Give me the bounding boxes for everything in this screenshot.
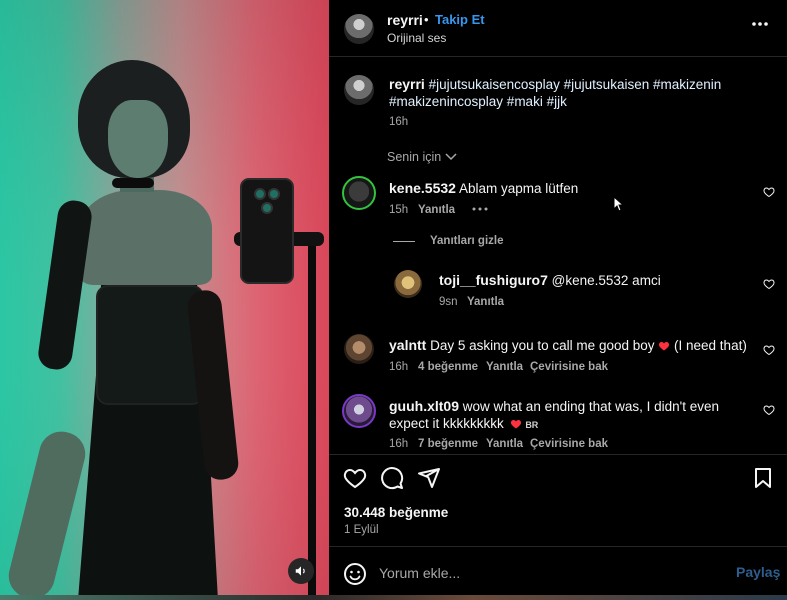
comment-username[interactable]: kene.5532 bbox=[389, 180, 456, 196]
post-comment-button[interactable]: Paylaş bbox=[736, 564, 780, 580]
actions-divider bbox=[329, 454, 787, 455]
hide-replies-button[interactable]: Yanıtları gizle bbox=[430, 235, 504, 247]
phone-camera bbox=[268, 188, 280, 200]
comment-avatar[interactable] bbox=[342, 176, 376, 210]
composer-divider bbox=[329, 546, 787, 547]
reply-username[interactable]: toji__fushiguro7 bbox=[439, 272, 548, 288]
red-heart-emoji-icon bbox=[510, 420, 521, 429]
see-translation-button[interactable]: Çevirisine bak bbox=[530, 438, 608, 450]
chevron-down-icon bbox=[445, 153, 457, 161]
comment-text: Day 5 asking you to call me good boy bbox=[430, 338, 655, 353]
more-horizontal-icon[interactable] bbox=[751, 21, 769, 27]
comment-likes-count[interactable]: 7 beğenme bbox=[418, 438, 478, 450]
reply-button[interactable]: Yanıtla bbox=[486, 438, 523, 450]
phone-prop bbox=[240, 178, 294, 284]
figure-chest bbox=[80, 190, 212, 285]
phone-camera bbox=[261, 202, 273, 214]
caption-username[interactable]: reyrri bbox=[389, 76, 425, 92]
bookmark-icon[interactable] bbox=[751, 466, 775, 490]
speaker-icon bbox=[295, 566, 305, 576]
reply-thread-line bbox=[393, 241, 415, 242]
caption: reyrri #jujutsukaisencosplay #jujutsukai… bbox=[389, 76, 759, 110]
share-icon[interactable] bbox=[417, 466, 441, 490]
post-details-panel: reyrri • Takip Et Orijinal ses reyrri #j… bbox=[329, 0, 787, 600]
caption-time: 16h bbox=[389, 116, 409, 128]
reply-body: toji__fushiguro7 @kene.5532 amci bbox=[439, 272, 661, 289]
comment-input[interactable] bbox=[379, 562, 679, 584]
post-media[interactable] bbox=[0, 0, 329, 600]
reply-button[interactable]: Yanıtla bbox=[467, 296, 504, 308]
emoji-icon[interactable] bbox=[343, 562, 367, 586]
comment-like-icon[interactable] bbox=[763, 186, 775, 198]
avatar[interactable] bbox=[344, 14, 374, 44]
comment-time: 15h bbox=[389, 204, 409, 216]
see-translation-button[interactable]: Çevirisine bak bbox=[530, 361, 608, 373]
comment-like-icon[interactable] bbox=[763, 344, 775, 356]
comment-body: guuh.xlt09 wow what an ending that was, … bbox=[389, 398, 749, 434]
separator-dot: • bbox=[424, 12, 429, 27]
like-icon[interactable] bbox=[343, 466, 367, 490]
comment-likes-count[interactable]: 4 beğenme bbox=[418, 361, 478, 373]
phone-camera bbox=[254, 188, 266, 200]
likes-count[interactable]: 30.448 beğenme bbox=[344, 505, 448, 520]
comment-text-suffix: (I need that) bbox=[674, 338, 747, 353]
comment-like-icon[interactable] bbox=[763, 404, 775, 416]
flag-emoji: BR bbox=[525, 420, 539, 430]
bottom-thumbnail-strip bbox=[0, 595, 787, 600]
comment-icon[interactable] bbox=[380, 466, 404, 490]
reply-time: 9sn bbox=[439, 296, 458, 308]
figure-choker bbox=[112, 178, 154, 188]
comment-time: 16h bbox=[389, 361, 409, 373]
sort-label: Senin için bbox=[387, 150, 442, 164]
comment-body: kene.5532 Ablam yapma lütfen bbox=[389, 180, 578, 197]
figure-face bbox=[108, 100, 168, 178]
comment-options-icon[interactable] bbox=[472, 207, 488, 211]
comment-username[interactable]: yalntt bbox=[389, 337, 426, 353]
reply-button[interactable]: Yanıtla bbox=[486, 361, 523, 373]
comment-text: Ablam yapma lütfen bbox=[458, 181, 579, 196]
red-heart-emoji-icon bbox=[659, 342, 670, 351]
caption-avatar[interactable] bbox=[344, 75, 374, 105]
mouse-cursor-icon bbox=[613, 196, 625, 212]
follow-button[interactable]: Takip Et bbox=[435, 12, 485, 27]
audio-label[interactable]: Orijinal ses bbox=[387, 31, 446, 45]
comment-username[interactable]: guuh.xlt09 bbox=[389, 398, 459, 414]
reply-avatar[interactable] bbox=[394, 270, 422, 298]
mute-toggle-button[interactable] bbox=[288, 558, 314, 584]
tripod-pole bbox=[308, 240, 316, 600]
reply-text: @kene.5532 amci bbox=[551, 273, 661, 288]
reply-button[interactable]: Yanıtla bbox=[418, 204, 455, 216]
comment-time: 16h bbox=[389, 438, 409, 450]
comment-avatar[interactable] bbox=[342, 394, 376, 428]
post-header: reyrri • Takip Et Orijinal ses bbox=[329, 0, 787, 57]
sort-selector[interactable]: Senin için bbox=[387, 150, 457, 164]
comment-like-icon[interactable] bbox=[763, 278, 775, 290]
comment-avatar[interactable] bbox=[344, 334, 374, 364]
comment-body: yalntt Day 5 asking you to call me good … bbox=[389, 337, 747, 354]
post-date: 1 Eylül bbox=[344, 524, 379, 536]
author-username[interactable]: reyrri bbox=[387, 12, 423, 28]
caption-hashtags[interactable]: #jujutsukaisencosplay #jujutsukaisen #ma… bbox=[389, 77, 721, 109]
